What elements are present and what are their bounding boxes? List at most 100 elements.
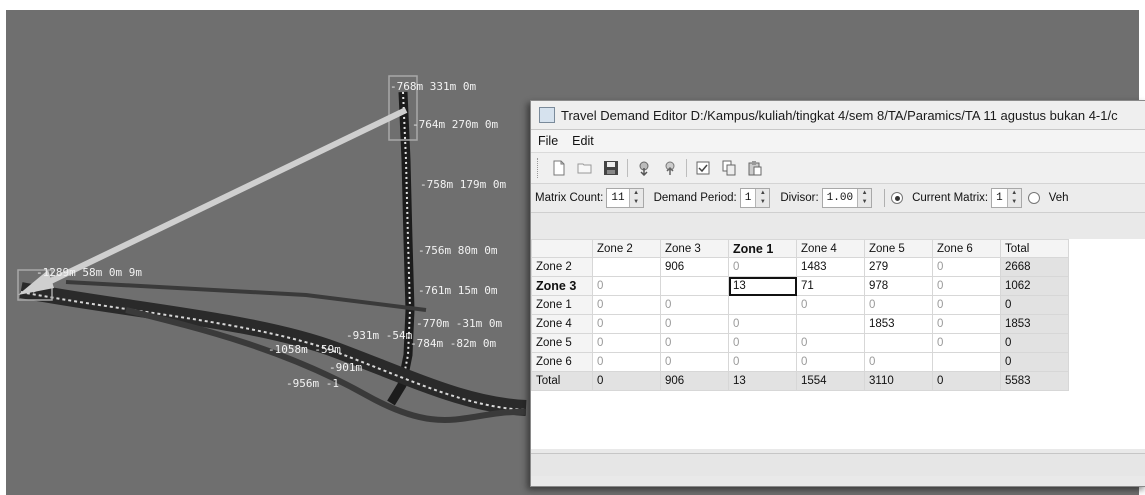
matrix-cell[interactable]: 0	[796, 333, 865, 353]
column-header[interactable]: Zone 1	[728, 239, 797, 258]
spin-arrows[interactable]: ▲ ▼	[857, 189, 872, 207]
matrix-cell[interactable]: 0	[932, 257, 1001, 277]
matrix-cell[interactable]: 0	[660, 314, 729, 334]
spin-up-icon[interactable]: ▲	[858, 189, 871, 198]
new-icon[interactable]	[549, 158, 569, 178]
matrix-cell[interactable]: 906	[660, 257, 729, 277]
current-matrix-radio[interactable]	[891, 192, 904, 204]
matrix-cell[interactable]: 0	[864, 352, 933, 372]
current-matrix-label: Current Matrix:	[912, 192, 989, 204]
column-header[interactable]: Zone 2	[592, 239, 661, 258]
column-header[interactable]: Zone 5	[864, 239, 933, 258]
matrix-cell[interactable]: 71	[796, 276, 865, 296]
matrix-cell[interactable]: 978	[864, 276, 933, 296]
paste-icon[interactable]	[745, 158, 765, 178]
travel-demand-editor-window[interactable]: Travel Demand Editor D:/Kampus/kuliah/ti…	[530, 100, 1145, 487]
import-icon[interactable]	[634, 158, 654, 178]
matrix-cell[interactable]: 0	[592, 295, 661, 315]
table-row: Zone 4 0 0 0 1853 0 1853	[531, 314, 1069, 334]
divisor-label: Divisor:	[780, 192, 819, 204]
spin-up-icon[interactable]: ▲	[630, 189, 643, 198]
matrix-cell[interactable]	[660, 276, 729, 296]
spin-arrows[interactable]: ▲ ▼	[1006, 189, 1021, 207]
row-total-cell: 0	[1000, 295, 1069, 315]
matrix-cell[interactable]: 0	[592, 314, 661, 334]
matrix-cell[interactable]: 0	[592, 276, 661, 296]
matrix-count-spinbox[interactable]: 11 ▲ ▼	[606, 188, 644, 208]
column-total-cell: 906	[660, 371, 729, 391]
matrix-cell[interactable]: 0	[592, 333, 661, 353]
vehicle-radio[interactable]	[1027, 192, 1040, 204]
spin-arrows[interactable]: ▲ ▼	[628, 189, 643, 207]
matrix-cell[interactable]: 0	[660, 333, 729, 353]
matrix-cell[interactable]	[796, 314, 865, 334]
row-header[interactable]: Zone 6	[531, 352, 593, 372]
menu-bar: File Edit	[531, 130, 1145, 153]
matrix-cell[interactable]: 279	[864, 257, 933, 277]
row-header[interactable]: Zone 2	[531, 257, 593, 277]
matrix-cell[interactable]: 0	[728, 333, 797, 353]
selected-matrix-cell[interactable]: 13	[728, 276, 797, 296]
spin-arrows[interactable]: ▲ ▼	[755, 189, 770, 207]
matrix-cell[interactable]: 0	[796, 295, 865, 315]
matrix-cell[interactable]: 0	[728, 352, 797, 372]
spin-down-icon[interactable]: ▼	[1008, 198, 1021, 207]
row-total-cell: 0	[1000, 333, 1069, 353]
matrix-cell[interactable]: 0	[660, 295, 729, 315]
matrix-cell[interactable]: 1483	[796, 257, 865, 277]
matrix-cell[interactable]	[728, 295, 797, 315]
window-titlebar[interactable]: Travel Demand Editor D:/Kampus/kuliah/ti…	[531, 101, 1145, 130]
spin-down-icon[interactable]: ▼	[630, 198, 643, 207]
matrix-cell[interactable]	[592, 257, 661, 277]
divisor-spinbox[interactable]: 1.00 ▲ ▼	[821, 188, 873, 208]
open-icon[interactable]	[575, 158, 595, 178]
matrix-cell[interactable]: 0	[864, 295, 933, 315]
spin-up-icon[interactable]: ▲	[756, 189, 769, 198]
column-header[interactable]: Zone 4	[796, 239, 865, 258]
column-header[interactable]: Zone 3	[660, 239, 729, 258]
matrix-cell[interactable]: 0	[728, 314, 797, 334]
matrix-cell[interactable]: 0	[592, 352, 661, 372]
matrix-cell[interactable]: 0	[728, 257, 797, 277]
menu-file[interactable]: File	[531, 134, 565, 148]
matrix-cell[interactable]: 0	[660, 352, 729, 372]
row-header[interactable]: Zone 4	[531, 314, 593, 334]
divisor-value[interactable]: 1.00	[823, 192, 857, 204]
spin-down-icon[interactable]: ▼	[858, 198, 871, 207]
matrix-cell[interactable]	[864, 333, 933, 353]
current-matrix-value[interactable]: 1	[992, 192, 1007, 204]
demand-period-spinbox[interactable]: 1 ▲ ▼	[739, 188, 771, 208]
spin-down-icon[interactable]: ▼	[756, 198, 769, 207]
demand-period-value[interactable]: 1	[741, 192, 756, 204]
matrix-cell[interactable]: 0	[932, 276, 1001, 296]
app-icon	[539, 107, 555, 123]
save-icon[interactable]	[601, 158, 621, 178]
toolbar-separator	[686, 159, 687, 177]
export-icon[interactable]	[660, 158, 680, 178]
column-total-cell: 0	[932, 371, 1001, 391]
matrix-cell[interactable]	[932, 352, 1001, 372]
edit-icon[interactable]	[693, 158, 713, 178]
toolbar-separator	[627, 159, 628, 177]
matrix-cell[interactable]: 1853	[864, 314, 933, 334]
current-matrix-spinbox[interactable]: 1 ▲ ▼	[991, 188, 1022, 208]
matrix-count-value[interactable]: 11	[607, 192, 628, 204]
row-header[interactable]: Zone 3	[531, 276, 593, 296]
matrix-cell[interactable]: 0	[932, 314, 1001, 334]
table-corner[interactable]	[531, 239, 593, 258]
matrix-cell[interactable]: 0	[932, 295, 1001, 315]
column-header[interactable]: Zone 6	[932, 239, 1001, 258]
spin-up-icon[interactable]: ▲	[1008, 189, 1021, 198]
row-header[interactable]: Total	[531, 371, 593, 391]
copy-icon[interactable]	[719, 158, 739, 178]
node-label: -770m -31m 0m	[416, 317, 502, 330]
matrix-cell[interactable]: 0	[932, 333, 1001, 353]
row-header[interactable]: Zone 5	[531, 333, 593, 353]
column-header[interactable]: Total	[1000, 239, 1069, 258]
window-title: Travel Demand Editor D:/Kampus/kuliah/ti…	[561, 107, 1118, 123]
options-separator	[884, 189, 886, 207]
menu-edit[interactable]: Edit	[565, 134, 601, 148]
row-header[interactable]: Zone 1	[531, 295, 593, 315]
matrix-cell[interactable]: 0	[796, 352, 865, 372]
toolbar-grip[interactable]	[537, 158, 542, 178]
